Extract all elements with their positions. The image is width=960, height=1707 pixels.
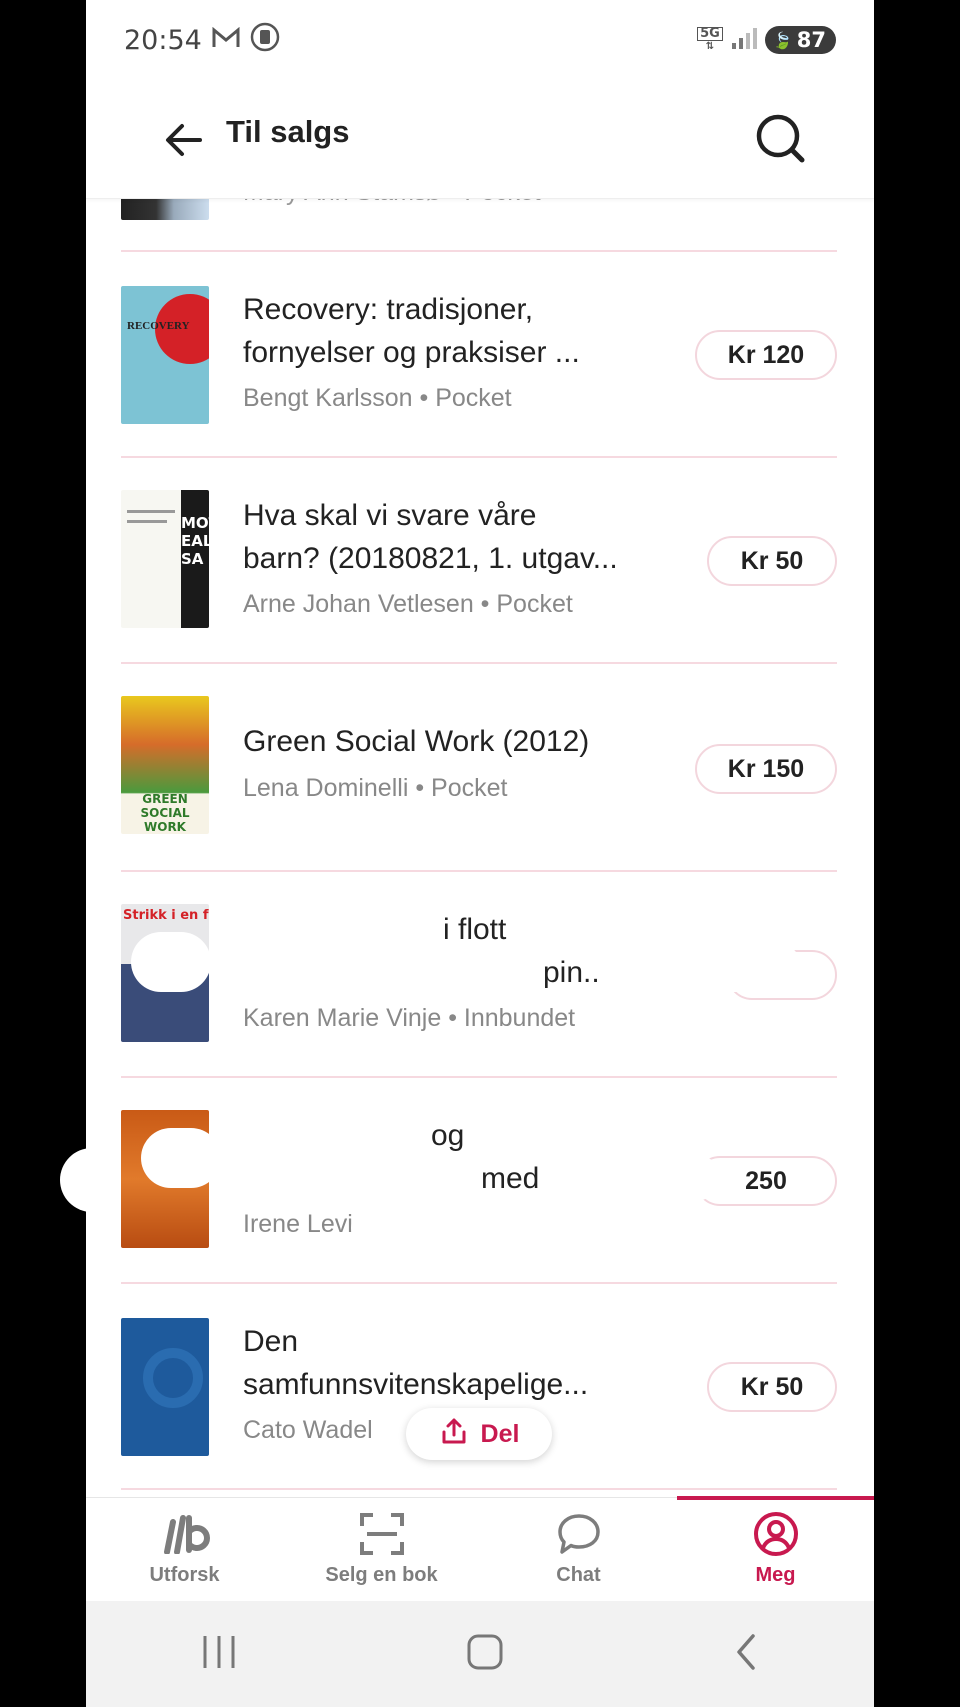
- system-nav-bar: [86, 1601, 874, 1707]
- nav-item-chat[interactable]: Chat: [480, 1498, 677, 1602]
- redaction-mark: [351, 1210, 501, 1246]
- book-cover: RECOVERY: [121, 286, 209, 424]
- list-item-partial[interactable]: Mary Ann Stamsø • Pocket: [121, 198, 837, 250]
- cover-title: MOT EAL SA: [181, 514, 209, 568]
- book-list: Mary Ann Stamsø • Pocket RECOVERY Recove…: [121, 198, 837, 1498]
- list-item[interactable]: GREEN SOCIAL WORK Green Social Work (201…: [121, 662, 837, 872]
- book-title-line1: Green Social Work (2012): [243, 725, 590, 758]
- book-cover: GREEN SOCIAL WORK: [121, 696, 209, 834]
- book-cover: MOT EAL SA: [121, 490, 209, 628]
- cover-title: RECOVERY: [127, 320, 190, 332]
- book-title-line2: pin..: [543, 956, 600, 989]
- book-title-line1: og: [431, 1119, 465, 1152]
- price-badge[interactable]: Kr 120: [695, 330, 837, 380]
- status-right: 5G ⇅ 🍃 87: [697, 26, 836, 54]
- status-time: 20:54: [124, 24, 202, 56]
- scan-icon: [359, 1510, 405, 1558]
- list-item[interactable]: og med Irene Levin 250: [121, 1076, 837, 1284]
- profile-icon: [752, 1510, 800, 1558]
- nav-label: Chat: [556, 1564, 601, 1586]
- book-title-line1: Hva skal vi svare våre: [243, 499, 537, 532]
- redaction-mark: [243, 950, 543, 990]
- status-left: 20:54: [124, 22, 280, 59]
- edge-redaction-mark: [60, 1148, 100, 1212]
- data-arrows-icon: ⇅: [705, 41, 715, 52]
- book-cover: [121, 198, 209, 220]
- redaction-mark: [131, 932, 211, 992]
- cover-author-lines: [127, 520, 167, 523]
- logo-icon: [159, 1510, 211, 1558]
- book-subtitle: Lena Dominelli • Pocket: [243, 774, 508, 802]
- redaction-mark: [661, 942, 801, 992]
- list-item[interactable]: Strikk i en fa i flott pin.. Karen Marie…: [121, 870, 837, 1078]
- share-icon: [439, 1416, 469, 1453]
- nav-item-meg[interactable]: Meg: [677, 1496, 874, 1602]
- book-subtitle: Arne Johan Vetlesen • Pocket: [243, 590, 573, 618]
- book-title-line1: i flott: [443, 913, 507, 946]
- nav-label: Meg: [755, 1564, 796, 1586]
- price-badge[interactable]: Kr 50: [707, 1362, 837, 1412]
- cover-title: GREEN SOCIAL WORK: [140, 792, 190, 834]
- app-header: Til salgs: [86, 80, 874, 199]
- book-subtitle: Bengt Karlsson • Pocket: [243, 384, 512, 412]
- book-title-line2: barn? (20180821, 1. utgav...: [243, 542, 618, 575]
- sim-icon: [250, 22, 280, 59]
- book-title-line1: Recovery: tradisjoner,: [243, 293, 534, 326]
- book-title-line1: Den: [243, 1325, 299, 1358]
- share-button[interactable]: Del: [406, 1408, 552, 1460]
- home-icon[interactable]: [465, 1632, 505, 1676]
- nav-label: Selg en bok: [325, 1564, 438, 1586]
- signal-icon: [731, 26, 757, 54]
- status-bar: 20:54 5G ⇅ 🍃 87: [86, 0, 874, 80]
- redaction-mark: [243, 1156, 473, 1200]
- network-label: 5G: [697, 27, 723, 41]
- recent-apps-icon[interactable]: [199, 1634, 239, 1674]
- gmail-icon: [212, 25, 240, 56]
- phone-screen: 20:54 5G ⇅ 🍃 87 Til salgs RECOVERY Recov…: [86, 0, 874, 1707]
- nav-item-selg-en-bok[interactable]: Selg en bok: [283, 1498, 480, 1602]
- battery-level: 87: [796, 28, 826, 52]
- arrow-left-icon[interactable]: [160, 116, 208, 164]
- cover-graphic: [143, 1348, 203, 1408]
- book-subtitle: Cato Wadel: [243, 1416, 373, 1444]
- cover-title: Strikk i en fa: [123, 908, 209, 923]
- book-subtitle: Karen Marie Vinje • Innbundet: [243, 1004, 576, 1032]
- redaction-mark: [141, 1128, 221, 1188]
- book-cover: [121, 1318, 209, 1456]
- battery-icon: 🍃 87: [764, 26, 836, 54]
- price-badge[interactable]: Kr 150: [695, 744, 837, 794]
- chat-icon: [556, 1510, 602, 1558]
- list-item[interactable]: MOT EAL SA Hva skal vi svare våre barn? …: [121, 456, 837, 664]
- battery-leaf-icon: 🍃: [772, 30, 793, 50]
- nav-label: Utforsk: [149, 1564, 220, 1586]
- nav-item-utforsk[interactable]: Utforsk: [86, 1498, 283, 1602]
- book-subtitle: Irene Levin: [243, 1210, 367, 1238]
- bottom-nav: Utforsk Selg en bok Chat Meg: [86, 1496, 874, 1602]
- book-title-line2: samfunnsvitenskapelige...: [243, 1368, 589, 1401]
- price-badge[interactable]: Kr 50: [707, 536, 837, 586]
- cover-author-lines: [127, 510, 175, 513]
- book-title-line2: fornyelser og praksiser ...: [243, 336, 580, 369]
- page-title: Til salgs: [226, 114, 350, 149]
- book-subtitle: Mary Ann Stamsø • Pocket: [243, 198, 541, 207]
- share-label: Del: [480, 1419, 520, 1448]
- back-nav-icon[interactable]: [731, 1632, 761, 1676]
- search-icon[interactable]: [752, 110, 810, 168]
- book-title-line2: med: [481, 1162, 540, 1195]
- network-indicator: 5G ⇅: [697, 27, 723, 53]
- list-item[interactable]: RECOVERY Recovery: tradisjoner, fornyels…: [121, 250, 837, 458]
- redaction-mark: [581, 1156, 721, 1200]
